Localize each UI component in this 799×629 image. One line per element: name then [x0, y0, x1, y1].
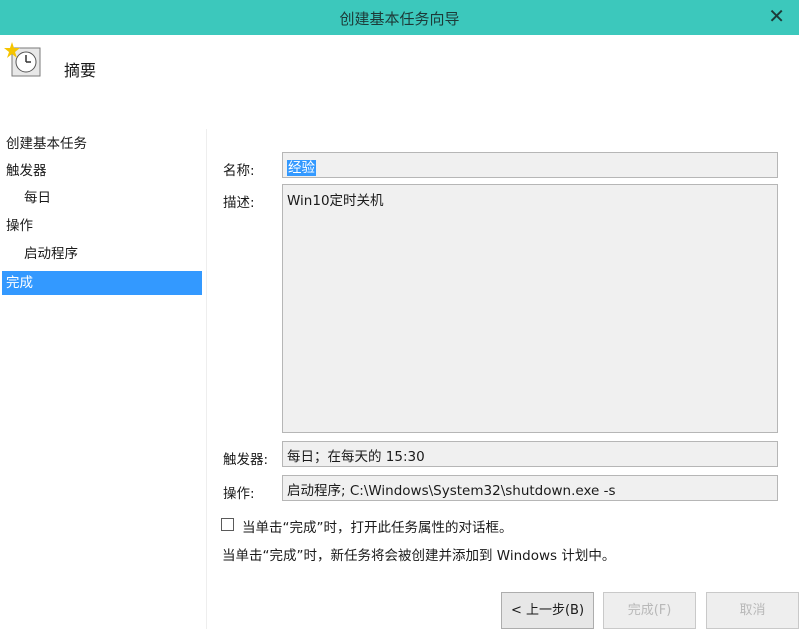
trigger-label: 触发器: — [223, 452, 269, 468]
close-icon[interactable]: ✕ — [768, 4, 785, 28]
scheduled-task-clock-icon — [4, 42, 41, 77]
description-label: 描述: — [223, 195, 255, 211]
sidebar-item-start-program[interactable]: 启动程序 — [24, 242, 78, 266]
name-value: 经验 — [287, 160, 316, 176]
page-title: 摘要 — [64, 61, 97, 80]
description-field[interactable]: Win10定时关机 — [282, 184, 778, 433]
open-properties-checkbox[interactable] — [221, 518, 234, 531]
back-button[interactable]: < 上一步(B) — [501, 592, 594, 629]
sidebar-item-trigger[interactable]: 触发器 — [6, 159, 47, 183]
action-field[interactable]: 启动程序; C:\Windows\System32\shutdown.exe -… — [282, 475, 778, 501]
window-title: 创建基本任务向导 — [339, 10, 460, 28]
sidebar-item-finish[interactable]: 完成 — [2, 271, 202, 295]
name-field[interactable]: 经验 — [282, 152, 778, 178]
action-label: 操作: — [223, 486, 255, 502]
title-bar[interactable]: 创建基本任务向导 ✕ — [0, 0, 799, 35]
name-label: 名称: — [223, 163, 255, 179]
sidebar-item-action[interactable]: 操作 — [6, 214, 33, 238]
wizard-steps-sidebar: 创建基本任务 触发器 每日 操作 启动程序 完成 — [0, 129, 207, 629]
sidebar-item-create-basic-task[interactable]: 创建基本任务 — [6, 132, 87, 156]
trigger-value: 每日；在每天的 15:30 — [287, 449, 425, 465]
wizard-header: 摘要 — [0, 35, 799, 129]
trigger-field[interactable]: 每日；在每天的 15:30 — [282, 441, 778, 467]
description-value: Win10定时关机 — [287, 193, 384, 209]
finish-note: 当单击“完成”时，新任务将会被创建并添加到 Windows 计划中。 — [222, 548, 616, 564]
sidebar-item-daily[interactable]: 每日 — [24, 186, 51, 210]
open-properties-checkbox-label[interactable]: 当单击“完成”时，打开此任务属性的对话框。 — [242, 516, 513, 536]
action-value: 启动程序; C:\Windows\System32\shutdown.exe -… — [287, 483, 616, 499]
finish-button[interactable]: 完成(F) — [603, 592, 696, 629]
cancel-button[interactable]: 取消 — [706, 592, 799, 629]
